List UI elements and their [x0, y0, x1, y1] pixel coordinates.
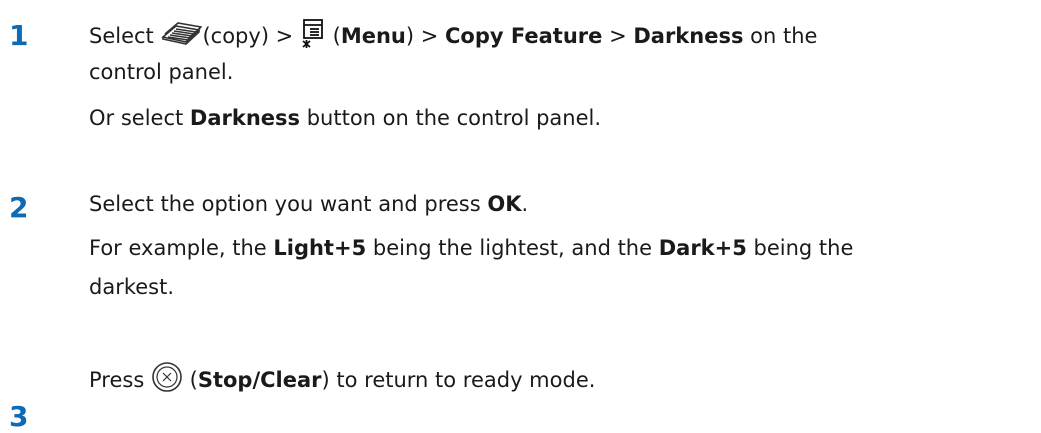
menu-icon	[300, 18, 326, 56]
step-1-copy-text: (copy) >	[202, 24, 300, 48]
step-2-example-middle: being the lightest, and the	[366, 236, 659, 260]
step-1-instruction-line-2: control panel.	[89, 60, 234, 84]
step-1-instruction: Select (copy) > (Menu) > Copy Feature > …	[89, 18, 817, 56]
step-2-example: For example, the Light+5 being the light…	[89, 233, 853, 263]
step-3-suffix: ) to return to ready mode.	[321, 368, 596, 392]
step-number-2: 2	[9, 191, 29, 224]
menu-label: Menu	[340, 24, 406, 48]
step-2-prefix: Select the option you want and press	[89, 192, 488, 216]
step-3-press: Press	[89, 368, 151, 392]
step-2-example-prefix: For example, the	[89, 236, 274, 260]
step-1-gt-2: >	[602, 24, 634, 48]
dark-5-label: Dark+5	[658, 236, 747, 260]
step-number-1: 1	[9, 19, 29, 52]
step-3-instruction: Press (Stop/Clear) to return to ready mo…	[89, 361, 595, 401]
step-2-example-suffix: being the	[746, 236, 854, 260]
step-1-tail: on the	[743, 24, 818, 48]
step-3-open-paren: (	[182, 368, 198, 392]
copy-icon	[160, 18, 204, 56]
step-1-alt-prefix: Or select	[89, 106, 190, 130]
step-2-example-line-2: darkest.	[89, 275, 175, 299]
light-5-label: Light+5	[273, 236, 367, 260]
step-1-alternative: Or select Darkness button on the control…	[89, 103, 601, 133]
step-1-open-paren: (	[325, 24, 341, 48]
darkness-button-label: Darkness	[189, 106, 301, 130]
step-1-gt-1: ) >	[405, 24, 446, 48]
step-2-suffix: .	[521, 192, 529, 216]
stop-clear-label: Stop/Clear	[197, 368, 322, 392]
stop-clear-icon	[151, 361, 183, 401]
copy-feature-label: Copy Feature	[445, 24, 603, 48]
darkness-label: Darkness	[633, 24, 744, 48]
step-2-instruction: Select the option you want and press OK.	[89, 189, 528, 219]
step-1-select-text: Select	[89, 24, 161, 48]
step-1-alt-suffix: button on the control panel.	[300, 106, 602, 130]
step-number-3: 3	[9, 400, 29, 433]
ok-label: OK	[487, 192, 522, 216]
